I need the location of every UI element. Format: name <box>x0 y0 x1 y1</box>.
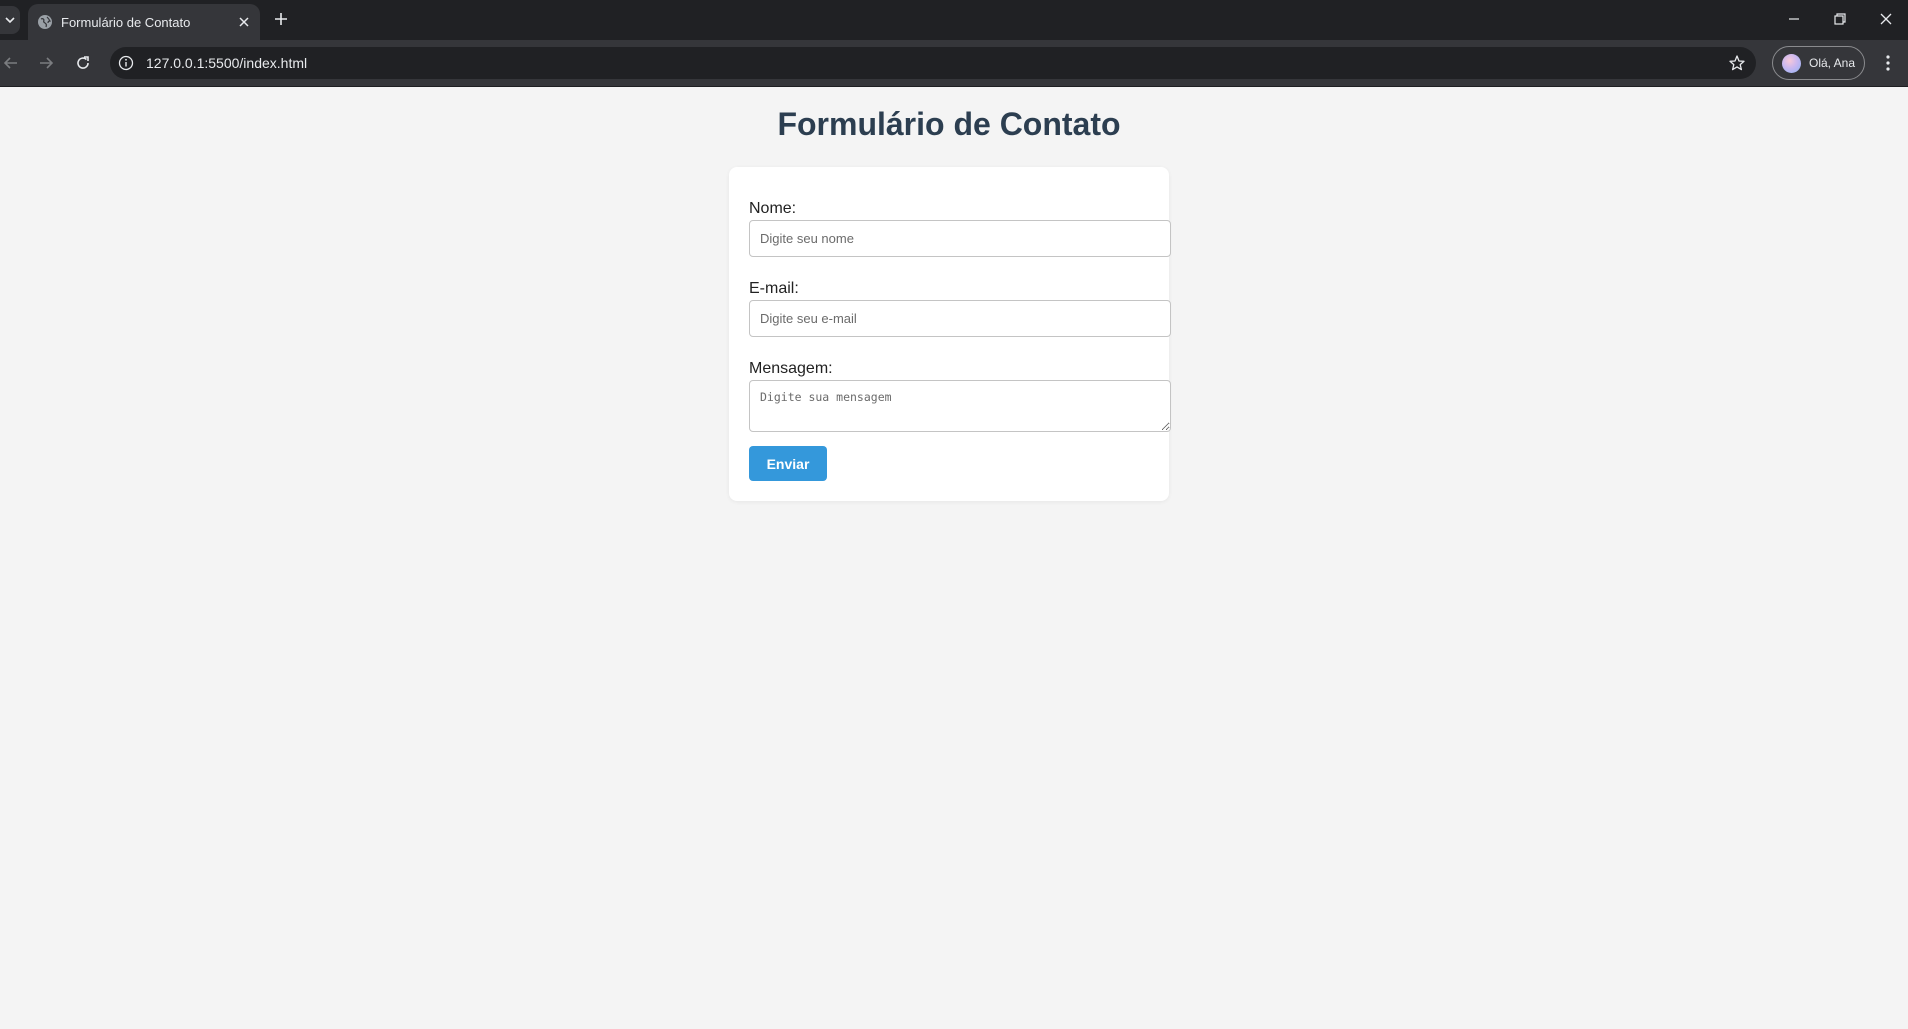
reload-icon[interactable] <box>73 53 93 73</box>
minimize-icon[interactable] <box>1785 10 1803 28</box>
close-icon[interactable] <box>236 14 252 30</box>
message-label: Mensagem: <box>749 360 833 377</box>
url-text[interactable]: 127.0.0.1:5500/index.html <box>146 55 307 71</box>
profile-button[interactable]: Olá, Ana <box>1772 46 1865 80</box>
email-input[interactable] <box>749 300 1171 337</box>
forward-arrow-icon[interactable] <box>36 53 56 73</box>
more-options-icon[interactable] <box>1878 53 1898 73</box>
browser-toolbar: 127.0.0.1:5500/index.html Olá, Ana <box>0 40 1908 87</box>
contact-form: Nome: E-mail: Mensagem: Enviar <box>729 167 1171 501</box>
page-viewport: Formulário de Contato Nome: E-mail: Mens… <box>0 88 1908 1029</box>
message-textarea[interactable] <box>749 380 1171 432</box>
restore-icon[interactable] <box>1831 10 1849 28</box>
plus-icon[interactable] <box>272 10 290 28</box>
star-icon[interactable] <box>1728 54 1746 72</box>
profile-label: Olá, Ana <box>1809 56 1856 70</box>
address-bar[interactable]: 127.0.0.1:5500/index.html <box>110 47 1756 79</box>
email-label: E-mail: <box>749 280 799 297</box>
window-close-icon[interactable] <box>1877 10 1895 28</box>
tab-search-button[interactable] <box>0 6 20 34</box>
back-arrow-icon[interactable] <box>1 53 21 73</box>
info-icon[interactable] <box>118 55 134 71</box>
avatar <box>1782 54 1801 73</box>
browser-tab-active[interactable]: Formulário de Contato <box>28 4 260 40</box>
name-input[interactable] <box>749 220 1171 257</box>
name-label: Nome: <box>749 200 797 217</box>
chevron-down-icon <box>5 17 15 24</box>
tab-title: Formulário de Contato <box>61 15 191 30</box>
tab-strip: Formulário de Contato <box>0 0 1908 40</box>
submit-button[interactable]: Enviar <box>749 446 827 481</box>
globe-icon <box>38 15 52 29</box>
page-title: Formulário de Contato <box>777 106 1121 142</box>
